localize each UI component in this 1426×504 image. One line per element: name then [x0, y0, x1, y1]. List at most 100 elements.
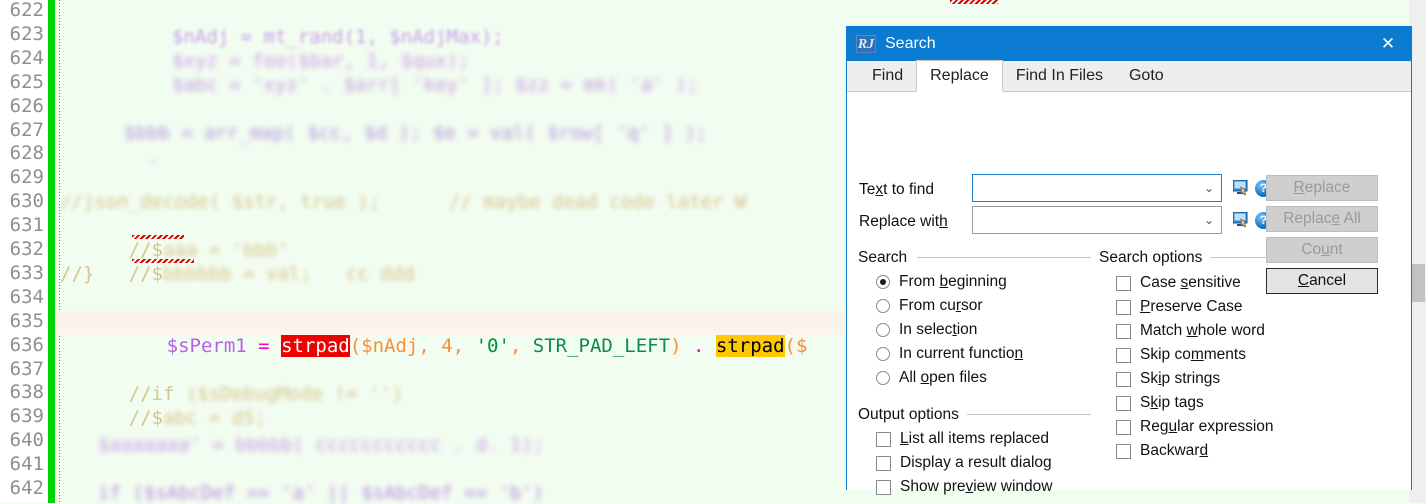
- option-label: Skip strings: [1140, 370, 1221, 387]
- dialog-tabstrip[interactable]: Find Replace Find In Files Goto: [847, 60, 1411, 92]
- redacted-code-line: $xyz = foo($bar, 1, $qux);: [172, 50, 470, 72]
- option-label: Backward: [1140, 442, 1209, 459]
- token-variable: $sPerm1: [166, 334, 247, 357]
- line-number: 633: [9, 261, 44, 284]
- chevron-down-icon[interactable]: ⌄: [1197, 213, 1221, 227]
- group-divider: [917, 257, 1091, 258]
- option-label: Replace All: [1283, 210, 1361, 227]
- token-string: '0': [475, 334, 510, 357]
- checkbox-indicator[interactable]: [1116, 323, 1131, 339]
- line-number: 625: [9, 70, 44, 93]
- close-icon[interactable]: ✕: [1365, 27, 1411, 61]
- radio-from-beginning[interactable]: From beginning: [876, 273, 1007, 291]
- line-number: 624: [9, 46, 44, 69]
- checkbox-display-a-result-dialog[interactable]: Display a result dialog: [876, 454, 1052, 472]
- checkbox-regular-expression[interactable]: Regular expression: [1116, 418, 1274, 436]
- vertical-scrollbar-thumb[interactable]: [1410, 264, 1425, 302]
- radio-indicator[interactable]: [876, 347, 890, 361]
- text-to-find-input[interactable]: [973, 175, 1197, 201]
- line-number-gutter: 622 623 624 625 626 627 628 629 630 631 632 633 634 6…: [0, 0, 48, 503]
- comment-line-632: //$bbbbbb = val; cc ddd: [128, 262, 415, 285]
- tab-find-in-files[interactable]: Find In Files: [1003, 61, 1116, 91]
- radio-indicator[interactable]: [876, 299, 890, 313]
- checkbox-skip-comments[interactable]: Skip comments: [1116, 346, 1246, 364]
- line-number: 642: [9, 477, 44, 499]
- dialog-body: Text to find ⌄ ? Replace with ⌄ ? Search…: [847, 92, 1411, 495]
- radio-all-open-files[interactable]: All open files: [876, 369, 987, 387]
- checkbox-indicator[interactable]: [1116, 443, 1131, 459]
- line-number: 639: [9, 405, 44, 428]
- line-number: 641: [9, 453, 44, 476]
- checkbox-indicator[interactable]: [876, 431, 891, 447]
- checkbox-indicator[interactable]: [876, 479, 891, 495]
- replace-with-input[interactable]: [973, 207, 1197, 233]
- tab-replace[interactable]: Replace: [916, 60, 1003, 92]
- count-button: Count: [1266, 237, 1378, 263]
- checkbox-backward[interactable]: Backward: [1116, 442, 1208, 460]
- rj-app-icon: RJ: [856, 35, 876, 53]
- line-number: 637: [9, 357, 44, 380]
- checkbox-skip-tags[interactable]: Skip tags: [1116, 394, 1204, 412]
- tab-find[interactable]: Find: [859, 61, 916, 91]
- line-number: 623: [9, 22, 44, 45]
- replace-all-button: Replace All: [1266, 206, 1378, 232]
- token-tail: ($: [784, 334, 808, 357]
- checkbox-indicator[interactable]: [1116, 395, 1131, 411]
- option-label: Replace: [1293, 179, 1351, 196]
- replace-with-combo[interactable]: ⌄: [972, 206, 1222, 234]
- comment-line-633: //}: [60, 263, 95, 285]
- checkbox-indicator[interactable]: [1116, 275, 1131, 291]
- option-label: Display a result dialog: [900, 454, 1052, 471]
- radio-in-selection[interactable]: In selection: [876, 321, 977, 339]
- output-options-group-title: Output options: [858, 406, 965, 424]
- option-label: Cancel: [1297, 272, 1347, 289]
- text-to-find-combo[interactable]: ⌄: [972, 174, 1222, 202]
- dialog-title-bar[interactable]: RJ Search ✕: [847, 27, 1411, 61]
- checkbox-preserve-case[interactable]: Preserve Case: [1116, 298, 1243, 316]
- checkbox-case-sensitive[interactable]: Case sensitive: [1116, 274, 1241, 292]
- radio-indicator[interactable]: [876, 323, 890, 337]
- insert-special-icon[interactable]: [1232, 211, 1251, 229]
- line-number: 634: [9, 285, 44, 308]
- chevron-down-icon[interactable]: ⌄: [1197, 181, 1221, 195]
- checkbox-indicator[interactable]: [1116, 299, 1131, 315]
- search-match-current: strpad: [281, 334, 350, 357]
- option-label: Skip comments: [1140, 346, 1246, 363]
- line-number: 640: [9, 429, 44, 452]
- option-label: Match whole word: [1140, 322, 1265, 339]
- tab-goto[interactable]: Goto: [1116, 61, 1177, 91]
- checkbox-match-whole-word[interactable]: Match whole word: [1116, 322, 1265, 340]
- option-label: All open files: [899, 369, 987, 386]
- line-number: 635: [9, 309, 44, 332]
- option-label: List all items replaced: [900, 430, 1050, 447]
- search-match-other: strpad: [715, 334, 785, 357]
- redacted-code-line: $abc = 'xyz' . $arr[ 'key' ]; $zz = mk( …: [172, 74, 699, 96]
- comment-line-630: //json_decode( $str, true ); // maybe de…: [60, 191, 747, 213]
- radio-indicator[interactable]: [876, 275, 890, 289]
- option-label: In selection: [899, 321, 978, 338]
- checkbox-indicator[interactable]: [1116, 371, 1131, 387]
- radio-in-current-function[interactable]: In current function: [876, 345, 1023, 363]
- radio-from-cursor[interactable]: From cursor: [876, 297, 983, 315]
- token-close-paren: ): [670, 334, 682, 357]
- checkbox-indicator[interactable]: [1116, 419, 1131, 435]
- checkbox-indicator[interactable]: [876, 455, 891, 471]
- line-number: 627: [9, 118, 44, 141]
- replace-button: Replace: [1266, 175, 1378, 201]
- search-options-group-title: Search options: [1099, 249, 1209, 267]
- line-number: 636: [9, 333, 44, 356]
- checkbox-skip-strings[interactable]: Skip strings: [1116, 370, 1220, 388]
- checkbox-indicator[interactable]: [1116, 347, 1131, 363]
- line-number: 622: [9, 0, 44, 21]
- comment-line-637: //if ($sDebugMode != ''): [128, 382, 404, 405]
- checkbox-list-all-items-replaced[interactable]: List all items replaced: [876, 430, 1049, 448]
- line-number: 631: [9, 214, 44, 237]
- checkbox-show-preview-window[interactable]: Show preview window: [876, 478, 1053, 496]
- insert-special-icon[interactable]: [1232, 179, 1251, 197]
- option-label: Count: [1301, 241, 1343, 258]
- search-dialog[interactable]: RJ Search ✕ Find Replace Find In Files Goto…: [846, 26, 1412, 495]
- radio-indicator[interactable]: [876, 371, 890, 385]
- option-label: Show preview window: [900, 478, 1053, 495]
- cancel-button[interactable]: Cancel: [1266, 268, 1378, 294]
- option-label: From cursor: [899, 297, 983, 314]
